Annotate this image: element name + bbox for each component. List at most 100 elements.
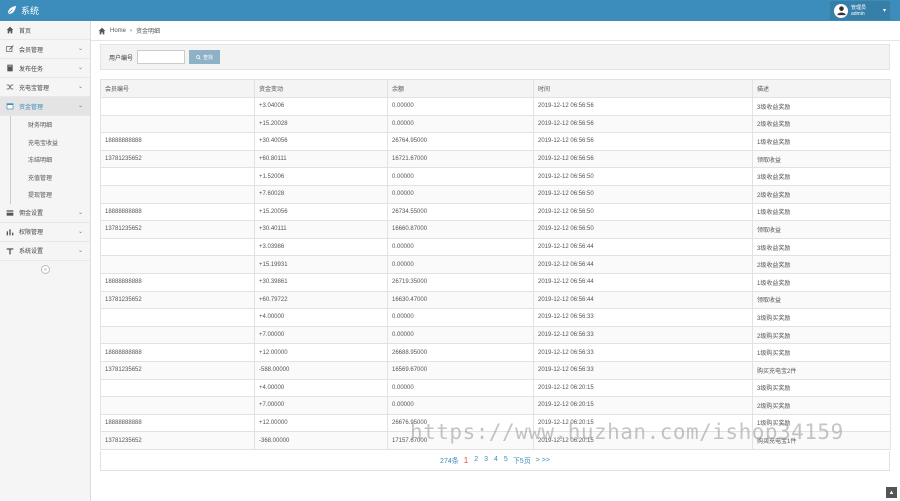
table-cell: 18888888888 — [100, 413, 255, 433]
chevron-down-icon: ⌄ — [77, 247, 83, 254]
page-link[interactable]: 2 — [474, 456, 478, 465]
table-cell: 0.00000 — [387, 97, 534, 116]
table-row: 13781235652 +60.79722 16630.47000 2019-12-1… — [100, 290, 891, 310]
page-link[interactable]: 1 — [464, 456, 468, 465]
table-cell: 2019-12-12 06:56:33 — [533, 360, 753, 380]
pagination-next-five[interactable]: 下5页 — [513, 456, 531, 466]
breadcrumb-separator: › — [130, 27, 133, 34]
pagination-last[interactable]: > >> — [536, 457, 550, 464]
breadcrumb-home[interactable]: Home — [110, 28, 126, 34]
brand[interactable]: 系统 — [6, 3, 39, 18]
chevron-down-icon: ⌄ — [77, 209, 83, 216]
table-cell — [100, 114, 255, 134]
search-panel: 用户编号 查找 — [100, 44, 890, 70]
table-cell: -368.00000 — [254, 431, 388, 450]
sidebar-item-top-0[interactable]: 首页 — [0, 21, 90, 40]
table-cell: 2019-12-12 06:56:44 — [533, 237, 753, 257]
sidebar-collapse-button[interactable]: « — [41, 265, 50, 274]
table-cell: +12.00000 — [254, 413, 388, 433]
sidebar-item-label: 资金管理 — [19, 104, 44, 111]
table-cell: 购买充电宝2件 — [752, 360, 891, 380]
back-to-top-button[interactable]: ▲ — [886, 487, 897, 498]
table-cell — [100, 378, 255, 398]
table-cell — [100, 97, 255, 116]
table-cell: 13781235652 — [100, 431, 255, 450]
table-cell: 2019-12-12 06:56:56 — [533, 149, 753, 169]
table-cell: 13781235652 — [100, 290, 255, 310]
sidebar-subitem[interactable]: 提现管理 — [10, 186, 90, 204]
table-row: 18888888888 +15.20056 26734.55000 2019-12-1… — [100, 202, 891, 222]
table-cell: +15.20056 — [254, 202, 388, 222]
breadcrumb-current: 资金明细 — [136, 29, 161, 35]
table-cell: 2级收益奖励 — [752, 184, 891, 204]
table-cell: 3级收益奖励 — [752, 97, 891, 116]
table-cell: +3.03986 — [254, 237, 388, 257]
user-id-input[interactable] — [137, 50, 186, 64]
card-icon — [6, 209, 14, 217]
column-header: 时间 — [533, 79, 753, 98]
page-link[interactable]: 3 — [484, 456, 488, 465]
sidebar-subitem[interactable]: 充电宝收益 — [10, 133, 90, 151]
table-cell: +1.52006 — [254, 167, 388, 186]
column-header: 资金变动 — [254, 79, 388, 98]
book-icon — [6, 64, 14, 72]
sidebar-item-top-3[interactable]: 充电宝管理 ⌄ — [0, 78, 90, 97]
page-link[interactable]: 5 — [504, 456, 508, 465]
table-cell: +7.60028 — [254, 184, 388, 204]
table-cell: 26764.95000 — [387, 132, 534, 151]
table-cell: 2019-12-12 06:56:44 — [533, 290, 753, 310]
table-row: +15.19931 0.00000 2019-12-12 06:56:44 2级收益奖… — [100, 255, 891, 274]
watermark: https://www.huzhan.com/ishop34159 — [410, 420, 844, 444]
sidebar-item-top-1[interactable]: 会员管理 ⌄ — [0, 40, 90, 59]
home-icon — [6, 26, 14, 34]
table-cell: 2019-12-12 06:20:15 — [533, 378, 753, 398]
sidebar-item-top-4[interactable]: 资金管理 ⌄ — [0, 97, 90, 116]
table-cell: 2019-12-12 06:56:50 — [533, 202, 753, 222]
table-cell: 26734.55000 — [387, 202, 534, 222]
edit-icon — [6, 45, 14, 53]
table-cell: 0.00000 — [387, 325, 534, 345]
user-icon — [836, 6, 846, 16]
table-cell: 0.00000 — [387, 255, 534, 274]
table-row: +7.00000 0.00000 2019-12-12 06:56:33 2级购买奖励 — [100, 325, 891, 345]
sidebar-item-top-2[interactable]: 发布任务 ⌄ — [0, 59, 90, 78]
sidebar-item-bottom-2[interactable]: 系统设置 ⌄ — [0, 242, 90, 261]
table-row: 18888888888 +30.39861 26719.35000 2019-12-1… — [100, 272, 891, 292]
table-cell: 1级收益奖励 — [752, 202, 891, 222]
search-icon — [196, 54, 201, 60]
table-cell: 0.00000 — [387, 114, 534, 134]
shuffle-icon — [6, 83, 14, 91]
table-cell: 16660.87000 — [387, 220, 534, 239]
table-cell: +30.40056 — [254, 132, 388, 151]
table-cell: 13781235652 — [100, 149, 255, 169]
sidebar-item-label: 充电宝管理 — [19, 85, 50, 92]
sidebar-subitem[interactable]: 冻结明细 — [10, 151, 90, 169]
table-cell: 2019-12-12 06:56:44 — [533, 255, 753, 274]
table-row: +3.04006 0.00000 2019-12-12 06:56:56 3级收益奖励 — [100, 97, 891, 116]
table-cell: 16569.67000 — [387, 360, 534, 380]
table-cell: 2019-12-12 06:56:33 — [533, 325, 753, 345]
table-row: +4.00000 0.00000 2019-12-12 06:56:33 3级购买奖励 — [100, 308, 891, 327]
page-link[interactable]: 4 — [494, 456, 498, 465]
sidebar-item-bottom-0[interactable]: 佣金设置 ⌄ — [0, 204, 90, 223]
search-button[interactable]: 查找 — [189, 50, 221, 64]
sidebar-subitem[interactable]: 财务明细 — [10, 116, 90, 134]
table-row: +15.20028 0.00000 2019-12-12 06:56:56 2级收益奖… — [100, 114, 891, 134]
table-cell: +7.00000 — [254, 396, 388, 415]
username: admin — [851, 10, 865, 17]
table-cell: 2019-12-12 06:56:33 — [533, 308, 753, 327]
sidebar-subitem[interactable]: 充值管理 — [10, 168, 90, 186]
table-cell: 26688.95000 — [387, 343, 534, 362]
table-cell: -588.00000 — [254, 360, 388, 380]
user-menu[interactable]: 管理员 admin ▾ — [830, 1, 890, 20]
table-row: 18888888888 +30.40056 26764.95000 2019-12-1… — [100, 132, 891, 151]
table-cell: +15.19931 — [254, 255, 388, 274]
sidebar-item-bottom-1[interactable]: 权限管理 ⌄ — [0, 223, 90, 242]
table-cell: 18888888888 — [100, 202, 255, 222]
table-cell: +4.00000 — [254, 308, 388, 327]
table-cell: +7.00000 — [254, 325, 388, 345]
chevron-down-icon: ⌄ — [77, 103, 83, 109]
table-cell: 领取收益 — [752, 220, 891, 239]
pagination-total: 274条 — [440, 457, 459, 465]
table-cell — [100, 325, 255, 345]
